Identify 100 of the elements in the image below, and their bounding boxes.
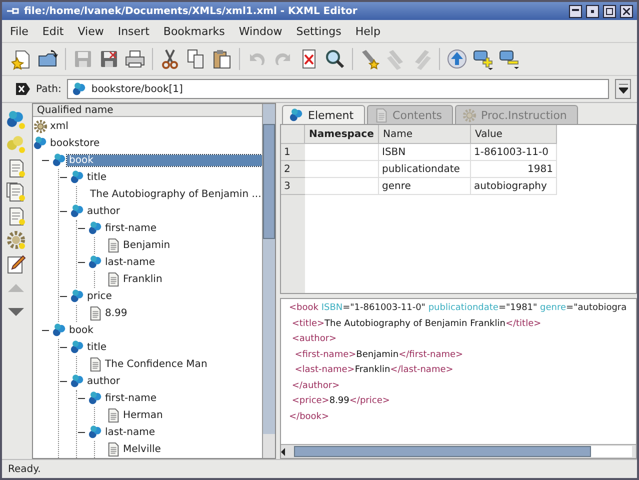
column-header[interactable]: Name bbox=[379, 125, 471, 144]
menu-item[interactable]: View bbox=[78, 24, 104, 38]
element-icon bbox=[70, 340, 85, 355]
menu-item[interactable]: Help bbox=[355, 24, 380, 38]
column-header[interactable]: Value bbox=[471, 125, 557, 144]
tree-item[interactable]: bookstore bbox=[48, 138, 102, 149]
tree-item[interactable]: xml bbox=[48, 121, 70, 132]
table-cell: genre bbox=[379, 178, 471, 195]
tree-item[interactable]: Herman bbox=[121, 410, 165, 421]
tree-item[interactable]: title bbox=[85, 172, 109, 183]
table-cell: 1981 bbox=[471, 161, 557, 178]
element-icon bbox=[88, 255, 103, 270]
scissors-icon bbox=[159, 48, 181, 70]
corner-cell bbox=[281, 125, 305, 144]
table-cell: ISBN bbox=[379, 144, 471, 161]
menu-item[interactable]: Bookmarks bbox=[163, 24, 225, 38]
code-line: <last-name>Franklin</last-name> bbox=[294, 365, 454, 377]
bookmark-icon bbox=[359, 48, 381, 70]
tree-item[interactable]: author bbox=[85, 376, 122, 387]
remove-node-icon bbox=[498, 48, 520, 70]
tree-item[interactable]: last-name bbox=[103, 427, 158, 438]
menu-item[interactable]: Edit bbox=[42, 24, 64, 38]
clear-path-icon[interactable] bbox=[16, 83, 30, 95]
tree-item[interactable]: title bbox=[85, 342, 109, 353]
table-cell: 1-861003-11-0 bbox=[471, 144, 557, 161]
menu-item[interactable]: File bbox=[10, 24, 28, 38]
save-as-icon bbox=[98, 48, 120, 70]
element-icon bbox=[52, 323, 67, 338]
minimize-button[interactable] bbox=[586, 4, 599, 18]
close-button[interactable] bbox=[620, 4, 633, 18]
scrollbar[interactable] bbox=[262, 104, 275, 458]
menu-item[interactable]: Window bbox=[238, 24, 282, 38]
tree-item[interactable]: last-name bbox=[103, 257, 158, 268]
column-header[interactable]: Qualified name bbox=[33, 104, 262, 117]
tree-item[interactable]: Franklin bbox=[121, 274, 164, 285]
element-icon bbox=[289, 108, 304, 122]
document-icon bbox=[106, 238, 121, 253]
pin-icon[interactable] bbox=[6, 6, 20, 16]
tree-item[interactable]: first-name bbox=[103, 393, 159, 404]
down-arrow-icon bbox=[618, 84, 628, 94]
add-node-icon bbox=[472, 48, 494, 70]
code-line: <price>8.99</price> bbox=[290, 396, 391, 408]
tree-item[interactable]: author bbox=[85, 206, 122, 217]
tree-item[interactable]: book bbox=[67, 325, 96, 336]
path-field[interactable]: bookstore/book[1] bbox=[67, 79, 609, 99]
tab[interactable]: Element bbox=[282, 105, 365, 124]
tree-item[interactable]: 8.99 bbox=[103, 308, 130, 319]
toolbar-button[interactable] bbox=[5, 109, 27, 131]
row-number: 2 bbox=[281, 161, 305, 178]
code-line: <author> bbox=[290, 334, 338, 346]
toolbar-button[interactable] bbox=[323, 47, 347, 71]
document-icon bbox=[106, 442, 121, 457]
code-line: <book ISBN="1-861003-11-0" publicationdate="1981" genre="autobiogra bbox=[289, 303, 628, 315]
element-icon bbox=[88, 391, 103, 406]
element-icon bbox=[88, 425, 103, 440]
tree-item[interactable]: The Confidence Man bbox=[103, 359, 210, 370]
maximize-button[interactable] bbox=[603, 4, 616, 18]
scrollbar[interactable] bbox=[281, 444, 636, 458]
document-icon bbox=[106, 408, 121, 423]
toolbar-button[interactable] bbox=[5, 181, 27, 203]
menu-item[interactable]: Settings bbox=[296, 24, 342, 38]
tree-item[interactable]: book bbox=[67, 155, 262, 166]
element-icon bbox=[70, 204, 85, 219]
code-line: </author> bbox=[290, 380, 341, 392]
gear-icon bbox=[5, 229, 27, 251]
menu-item[interactable]: Insert bbox=[118, 24, 150, 38]
element-icon bbox=[70, 289, 85, 304]
tree-item[interactable]: price bbox=[85, 291, 114, 302]
tree-item[interactable]: Melville bbox=[121, 444, 163, 455]
close-icon bbox=[623, 8, 630, 14]
row-number: 3 bbox=[281, 178, 305, 195]
document-icon bbox=[106, 272, 121, 287]
toolbar-button[interactable] bbox=[5, 253, 27, 275]
status-text: Ready. bbox=[2, 459, 637, 478]
element-icon bbox=[70, 374, 85, 389]
table-cell: autobiography bbox=[471, 178, 557, 195]
gear-icon bbox=[33, 119, 48, 134]
element-icon bbox=[70, 170, 85, 185]
element-icon bbox=[72, 82, 88, 96]
dropdown-button[interactable] bbox=[615, 79, 631, 99]
tree-item[interactable]: Benjamin bbox=[121, 240, 172, 251]
shade-button[interactable] bbox=[569, 4, 582, 18]
square-icon bbox=[606, 8, 613, 14]
document-icon bbox=[374, 108, 389, 122]
element-icon bbox=[33, 136, 48, 151]
element-icon bbox=[88, 221, 103, 236]
column-header[interactable]: Namespace bbox=[305, 125, 379, 144]
window-title: file:/home/lvanek/Documents/XMLs/xml1.xml - KXML Editor bbox=[24, 6, 358, 16]
tree-item[interactable]: The Autobiography of Benjamin ... bbox=[88, 189, 262, 200]
element-icon bbox=[5, 109, 27, 131]
table-cell: publicationdate bbox=[379, 161, 471, 178]
clipboard-icon bbox=[211, 48, 233, 70]
stacked-documents-icon bbox=[5, 181, 27, 203]
document-icon bbox=[88, 306, 103, 321]
attribute-icon bbox=[5, 133, 27, 155]
pencil-icon bbox=[5, 253, 27, 275]
document-icon bbox=[88, 357, 103, 372]
search-icon bbox=[324, 48, 346, 70]
printer-icon bbox=[124, 48, 146, 70]
tree-item[interactable]: first-name bbox=[103, 223, 159, 234]
